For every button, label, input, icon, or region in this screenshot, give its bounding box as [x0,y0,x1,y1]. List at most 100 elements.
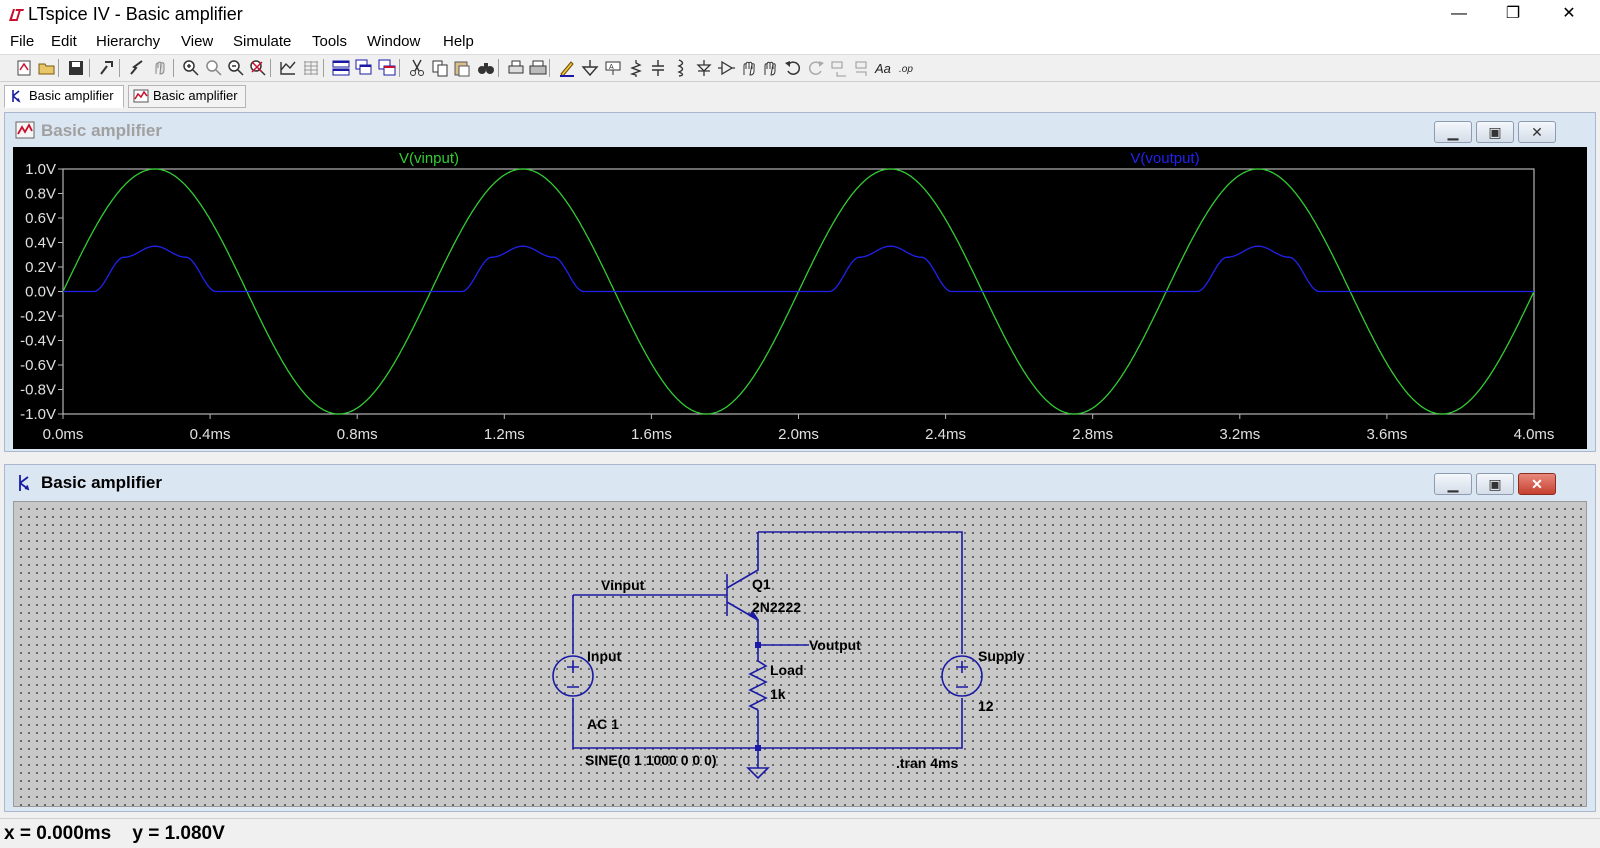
component-ac-input: AC 1 [587,716,619,732]
menu-window[interactable]: Window [367,33,420,50]
label-net-icon[interactable]: A [603,58,623,78]
x-tick-label: 0.8ms [337,426,378,443]
restore-icon: ▣ [1488,476,1502,492]
toolbar-separator [119,59,120,77]
toolbar-separator [58,59,59,77]
schematic-canvas[interactable]: Vinput Q1 2N2222 Voutput Input Load 1k S… [13,501,1587,807]
menu-simulate[interactable]: Simulate [233,33,291,50]
svg-text:.op: .op [899,64,913,75]
zoom-cancel-icon[interactable] [248,58,268,78]
menu-view[interactable]: View [181,33,213,50]
zoom-full-icon[interactable] [226,58,246,78]
find-icon[interactable] [476,58,496,78]
menu-help[interactable]: Help [443,33,474,50]
tab-bar: Basic amplifier Basic amplifier [0,83,1600,109]
x-tick-label: 4.0ms [1514,426,1555,443]
close-icon: ✕ [1531,476,1543,492]
wire-bottom-right[interactable] [758,698,963,749]
svg-text:Aa: Aa [874,61,891,76]
zoom-in-icon[interactable] [181,58,201,78]
redo-icon[interactable] [806,58,826,78]
menu-help-label: Help [443,33,474,50]
tile-horizontal-icon[interactable] [331,58,351,78]
close-icon: ✕ [1531,124,1543,140]
waveform-window-titlebar[interactable]: Basic amplifier ▁ ▣ ✕ [5,113,1595,147]
inductor-icon[interactable] [671,58,691,78]
menu-hierarchy[interactable]: Hierarchy [96,33,160,50]
trace-voutput[interactable] [63,245,1534,293]
cut-icon[interactable] [407,58,427,78]
minimize-button[interactable]: — [1436,0,1482,30]
tab-schematic[interactable]: Basic amplifier [4,85,124,108]
toolbar-separator [89,59,90,77]
close-button[interactable]: ✕ [1546,0,1592,30]
schematic-window: Basic amplifier ▁ ▣ ✕ Vinput Q1 2N2222 V… [4,464,1596,812]
component-icon[interactable] [716,58,736,78]
tab-waveform[interactable]: Basic amplifier [128,85,246,108]
schematic-drawing[interactable]: Vinput Q1 2N2222 Voutput Input Load 1k S… [14,502,1586,806]
component-model-q1: 2N2222 [752,599,801,615]
x-tick-label: 2.0ms [778,426,819,443]
copy-icon[interactable] [430,58,450,78]
mirror-icon[interactable] [852,58,872,78]
y-tick-label: 0.6V [25,210,56,227]
schematic-window-titlebar[interactable]: Basic amplifier ▁ ▣ ✕ [5,465,1595,499]
save-icon[interactable] [66,58,86,78]
capacitor-icon[interactable] [648,58,668,78]
draw-wire-icon[interactable] [557,58,577,78]
toolbar-separator [323,59,324,77]
plot-pane[interactable]: 1.0V 0.8V 0.6V 0.4V 0.2V 0.0V -0.2V -0.4V -0.6V -… [13,147,1587,449]
toolbar-separator [549,59,550,77]
autorange-icon[interactable] [278,58,298,78]
x-tick-label: 1.2ms [484,426,525,443]
grid-icon[interactable] [301,58,321,78]
menu-file[interactable]: File [10,33,34,50]
print-preview-icon[interactable] [506,58,526,78]
control-panel-icon[interactable] [97,58,117,78]
schematic-maximize-button[interactable]: ▣ [1476,473,1514,495]
rotate-icon[interactable] [829,58,849,78]
y-tick-label: 0.2V [25,259,56,276]
minimize-icon: ▁ [1447,476,1459,492]
voltage-source-supply[interactable] [941,655,983,697]
menu-edit[interactable]: Edit [51,33,77,50]
resistor-load[interactable] [748,660,768,711]
resistor-icon[interactable] [626,58,646,78]
run-icon[interactable] [127,58,147,78]
halt-icon[interactable] [150,58,170,78]
minimize-icon: ▁ [1447,124,1459,140]
schematic-close-button[interactable]: ✕ [1518,473,1556,495]
undo-icon[interactable] [783,58,803,78]
spice-directive-tran: .tran 4ms [896,755,958,771]
ground-icon[interactable] [580,58,600,78]
svg-text:A: A [609,64,614,71]
schematic-minimize-button[interactable]: ▁ [1434,473,1472,495]
move-icon[interactable] [739,58,759,78]
ground-symbol[interactable] [746,767,770,780]
waveform-close-button[interactable]: ✕ [1518,121,1556,143]
new-schematic-icon[interactable] [14,58,34,78]
text-icon[interactable]: Aa [874,58,894,78]
menu-tools[interactable]: Tools [312,33,347,50]
maximize-button[interactable]: ❐ [1490,0,1536,30]
diode-icon[interactable] [694,58,714,78]
legend-vinput[interactable]: V(vinput) [399,150,459,167]
legend-voutput[interactable]: V(voutput) [1130,150,1199,167]
print-icon[interactable] [528,58,548,78]
toolbar-separator [173,59,174,77]
waveform-maximize-button[interactable]: ▣ [1476,121,1514,143]
title-bar: LTspice IV - Basic amplifier — ❐ ✕ [0,0,1600,30]
zoom-out-icon[interactable] [204,58,224,78]
y-tick-label: -0.8V [20,382,56,399]
wire-supply-top[interactable] [758,531,963,654]
toolbar-separator [270,59,271,77]
waveform-minimize-button[interactable]: ▁ [1434,121,1472,143]
drag-icon[interactable] [760,58,780,78]
paste-icon[interactable] [452,58,472,78]
y-tick-label: -1.0V [20,406,56,423]
tile-vertical-icon[interactable] [377,58,397,78]
open-icon[interactable] [37,58,57,78]
spice-directive-icon[interactable]: .op [897,58,917,78]
cascade-icon[interactable] [354,58,374,78]
waveform-plot[interactable]: 1.0V 0.8V 0.6V 0.4V 0.2V 0.0V -0.2V -0.4V -0.6V -… [13,147,1587,449]
